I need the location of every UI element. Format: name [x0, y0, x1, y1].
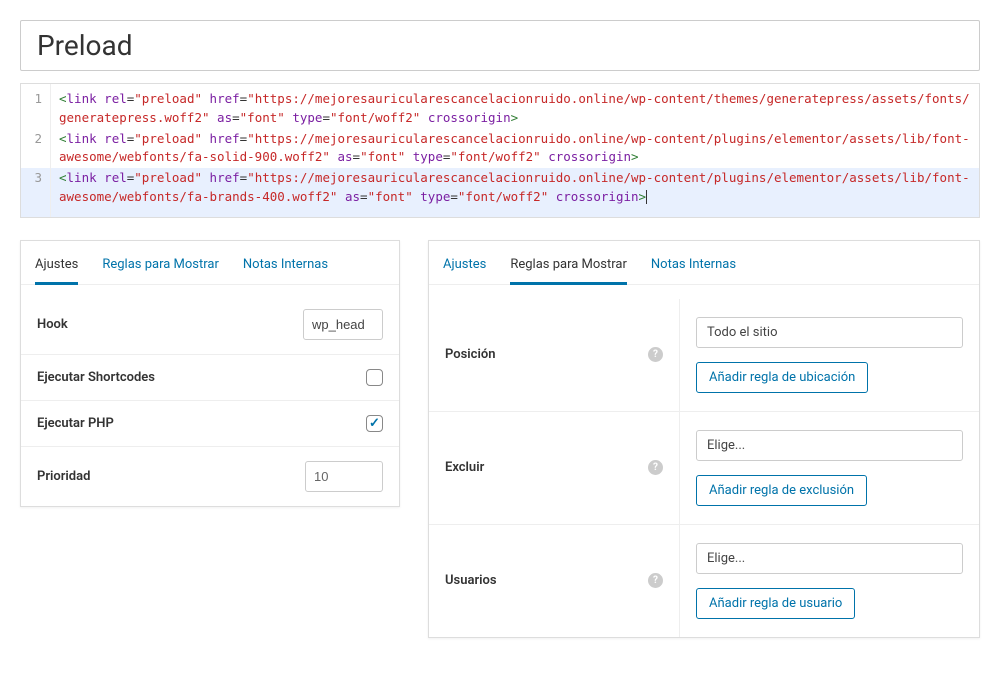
tab-rules[interactable]: Reglas para Mostrar: [102, 253, 219, 284]
hook-label: Hook: [37, 317, 303, 332]
shortcodes-label: Ejecutar Shortcodes: [37, 370, 360, 385]
add-exclude-rule-button[interactable]: Añadir regla de exclusión: [696, 475, 867, 506]
line-number: 1: [21, 84, 51, 129]
tabs-reglas: Ajustes Reglas para Mostrar Notas Intern…: [429, 241, 979, 285]
title-input[interactable]: Preload: [20, 20, 980, 71]
code-line[interactable]: 1<link rel="preload" href="https://mejor…: [21, 84, 979, 129]
hook-input[interactable]: [303, 309, 383, 340]
line-number: 2: [21, 129, 51, 169]
tab-settings-b[interactable]: Ajustes: [443, 253, 486, 284]
users-select[interactable]: Elige...: [696, 543, 963, 574]
help-icon[interactable]: ?: [648, 460, 663, 475]
users-label: Usuarios: [445, 573, 497, 588]
tab-notes-b[interactable]: Notas Internas: [651, 253, 736, 284]
help-icon[interactable]: ?: [648, 347, 663, 362]
line-number: 3: [21, 168, 51, 217]
tab-rules-b[interactable]: Reglas para Mostrar: [510, 253, 627, 285]
help-icon[interactable]: ?: [648, 573, 663, 588]
code-line[interactable]: 2<link rel="preload" href="https://mejor…: [21, 129, 979, 169]
position-select[interactable]: Todo el sitio: [696, 317, 963, 348]
add-location-rule-button[interactable]: Añadir regla de ubicación: [696, 362, 868, 393]
code-line[interactable]: 3<link rel="preload" href="https://mejor…: [21, 168, 979, 217]
php-label: Ejecutar PHP: [37, 416, 360, 431]
php-checkbox[interactable]: [366, 415, 383, 432]
tabs-ajustes: Ajustes Reglas para Mostrar Notas Intern…: [21, 241, 399, 285]
shortcodes-checkbox[interactable]: [366, 369, 383, 386]
code-editor[interactable]: 1<link rel="preload" href="https://mejor…: [20, 83, 980, 218]
add-user-rule-button[interactable]: Añadir regla de usuario: [696, 588, 855, 619]
position-label: Posición: [445, 347, 495, 362]
exclude-select[interactable]: Elige...: [696, 430, 963, 461]
panel-reglas: Ajustes Reglas para Mostrar Notas Intern…: [428, 240, 980, 638]
priority-input[interactable]: [305, 461, 383, 492]
exclude-label: Excluir: [445, 460, 484, 475]
tab-notes[interactable]: Notas Internas: [243, 253, 328, 284]
tab-settings[interactable]: Ajustes: [35, 253, 78, 285]
priority-label: Prioridad: [37, 469, 305, 484]
panel-ajustes: Ajustes Reglas para Mostrar Notas Intern…: [20, 240, 400, 507]
